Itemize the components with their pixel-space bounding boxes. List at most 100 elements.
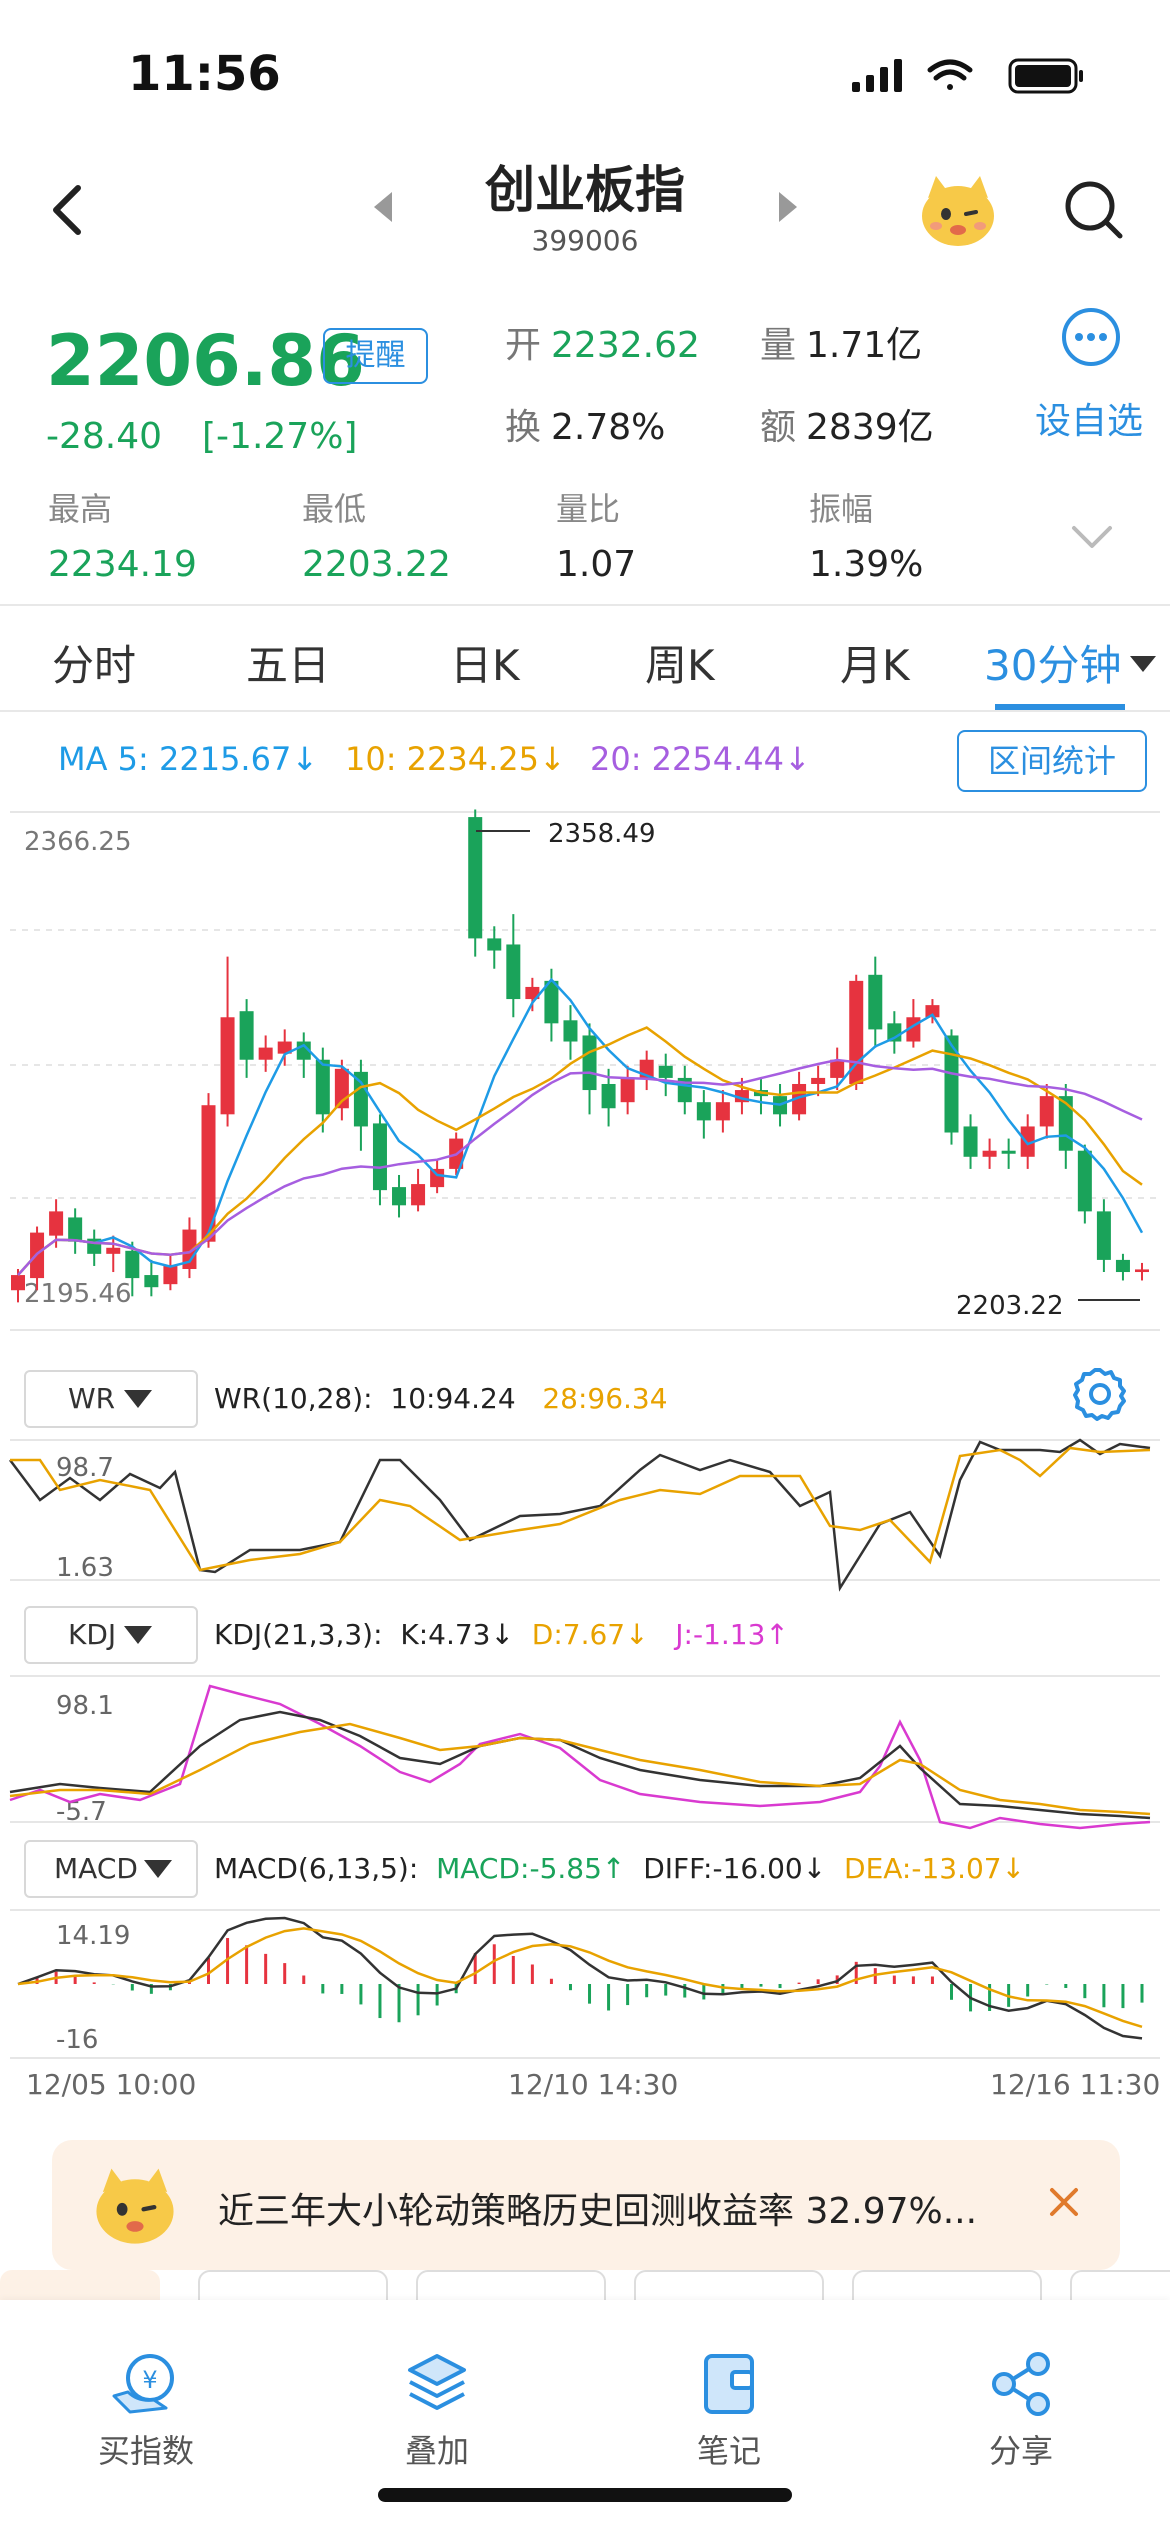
candle: [1039, 1096, 1054, 1127]
macd-top-label: 14.19: [56, 1921, 130, 1951]
kdj-panel: 98.1 -5.7: [9, 1675, 1160, 1830]
time-axis-middle: 12/10 14:30: [508, 2068, 679, 2101]
status-bar: 11:56: [0, 0, 1170, 150]
price-change: -28.40: [46, 416, 163, 457]
navigation-bar: 创业板指 399006: [0, 140, 1170, 270]
candle: [163, 1265, 178, 1285]
next-index-icon[interactable]: [775, 190, 801, 224]
dropdown-arrow-icon: [144, 1860, 172, 1878]
notes-button[interactable]: 笔记: [654, 2350, 804, 2472]
y-axis-top-label: 2366.25: [24, 827, 132, 857]
pill[interactable]: [0, 2270, 160, 2300]
trade-amount: 额 2839亿: [760, 407, 934, 448]
macd-diff-line: [17, 1916, 1143, 2040]
wr-panel: 98.7 1.63: [9, 1438, 1160, 1592]
candle: [144, 1275, 159, 1288]
promo-banner[interactable]: 近三年大小轮动策略历史回测收益率 32.97%...: [52, 2140, 1120, 2270]
candle: [620, 1077, 635, 1103]
candle: [811, 1077, 826, 1084]
buy-index-button[interactable]: ¥ 买指数: [71, 2350, 221, 2472]
candle: [830, 1059, 845, 1078]
dropdown-arrow-icon[interactable]: [1128, 654, 1158, 674]
wr-header: WR WR(10,28): 10:94.24 28:96.34: [0, 1368, 1170, 1430]
wr-bottom-label: 1.63: [56, 1553, 114, 1583]
macd-selector-button[interactable]: MACD: [24, 1840, 198, 1898]
moving-average-legend: MA 5: 2215.67↓ 10: 2234.25↓ 20: 2254.44↓…: [0, 730, 1170, 792]
kdj-j-line: [9, 1684, 1151, 1830]
macd-values: MACD(6,13,5): MACD:-5.85↑ DIFF:-16.00↓ D…: [214, 1852, 1026, 1885]
chevron-down-icon[interactable]: [1070, 524, 1114, 550]
candle: [1001, 1150, 1016, 1154]
wr-top-label: 98.7: [56, 1453, 114, 1483]
tab-intraday[interactable]: 分时: [52, 632, 136, 693]
ma10-value: 10: 2234.25↓: [345, 740, 566, 778]
candle: [315, 1059, 330, 1115]
stat-amplitude: 振幅 1.39%: [809, 490, 924, 585]
wifi-icon: [927, 59, 973, 90]
candle: [487, 938, 502, 951]
pill[interactable]: [198, 2270, 388, 2300]
candle: [658, 1065, 673, 1078]
overlay-button[interactable]: 叠加: [362, 2350, 512, 2472]
tab-monthly-k[interactable]: 月K: [840, 632, 910, 693]
macd-dea-line: [17, 1927, 1143, 2028]
time-axis-start: 12/05 10:00: [26, 2068, 197, 2101]
svg-text:¥: ¥: [142, 2366, 157, 2394]
battery-icon: [1008, 58, 1083, 94]
mascot-icon[interactable]: [916, 168, 1000, 252]
pill[interactable]: [416, 2270, 606, 2300]
stats-row: 最高 2234.19 最低 2203.22 量比 1.07 振幅 1.39%: [0, 484, 1170, 594]
kdj-top-label: 98.1: [56, 1691, 114, 1721]
tab-five-day[interactable]: 五日: [246, 632, 330, 693]
candle: [239, 1011, 254, 1060]
search-icon[interactable]: [1060, 176, 1126, 242]
kdj-header: KDJ KDJ(21,3,3): K:4.73↓ D:7.67↓ J:-1.13…: [0, 1606, 1170, 1666]
pill[interactable]: [634, 2270, 824, 2300]
gear-icon[interactable]: [1070, 1364, 1130, 1424]
more-options-icon[interactable]: [1060, 306, 1122, 368]
shortcut-pills: [0, 2270, 1170, 2300]
candle: [411, 1184, 426, 1206]
dropdown-arrow-icon: [124, 1390, 152, 1408]
period-tabs: 分时 五日 日K 周K 月K 30分钟: [0, 606, 1170, 710]
wr-values: WR(10,28): 10:94.24 28:96.34: [214, 1382, 668, 1415]
candle: [11, 1275, 25, 1291]
period-high-label: 2358.49: [548, 819, 656, 849]
candle: [963, 1126, 978, 1157]
candle: [220, 1017, 235, 1115]
candle: [353, 1071, 368, 1127]
price-change-percent: [-1.27%]: [202, 416, 358, 457]
macd-panel: 14.19 -16: [10, 1909, 1160, 2059]
macd-bottom-label: -16: [56, 2025, 98, 2055]
tab-30min[interactable]: 30分钟: [984, 632, 1121, 693]
ma20-value: 20: 2254.44↓: [590, 740, 811, 778]
tab-weekly-k[interactable]: 周K: [645, 632, 715, 693]
kdj-selector-button[interactable]: KDJ: [24, 1606, 198, 1664]
share-icon: [992, 2352, 1050, 2416]
candle: [868, 974, 883, 1030]
share-button[interactable]: 分享: [946, 2350, 1096, 2472]
close-icon[interactable]: [1044, 2182, 1084, 2222]
pill[interactable]: [1070, 2270, 1170, 2300]
tab-daily-k[interactable]: 日K: [450, 632, 520, 693]
candle: [601, 1083, 616, 1109]
ma5-value: MA 5: 2215.67↓: [58, 740, 319, 778]
y-axis-bottom-label: 2195.46: [24, 1279, 132, 1309]
turnover-rate: 换 2.78%: [505, 407, 666, 448]
candle: [582, 1035, 597, 1091]
candle: [258, 1047, 273, 1060]
home-indicator: [378, 2488, 792, 2502]
candle: [506, 944, 521, 1000]
candle: [1077, 1150, 1092, 1212]
stat-volume-ratio: 量比 1.07: [556, 490, 637, 585]
kdj-d-line: [9, 1722, 1151, 1816]
pill[interactable]: [852, 2270, 1042, 2300]
wr-selector-button[interactable]: WR: [24, 1370, 198, 1428]
range-stats-button[interactable]: 区间统计: [957, 730, 1147, 792]
alert-button[interactable]: 提醒: [323, 328, 428, 384]
volume: 量 1.71亿: [760, 325, 923, 366]
candles-group: [11, 809, 1149, 1303]
stat-low: 最低 2203.22: [302, 490, 451, 585]
candle: [125, 1250, 140, 1279]
add-watchlist-button[interactable]: 设自选: [1035, 392, 1143, 444]
